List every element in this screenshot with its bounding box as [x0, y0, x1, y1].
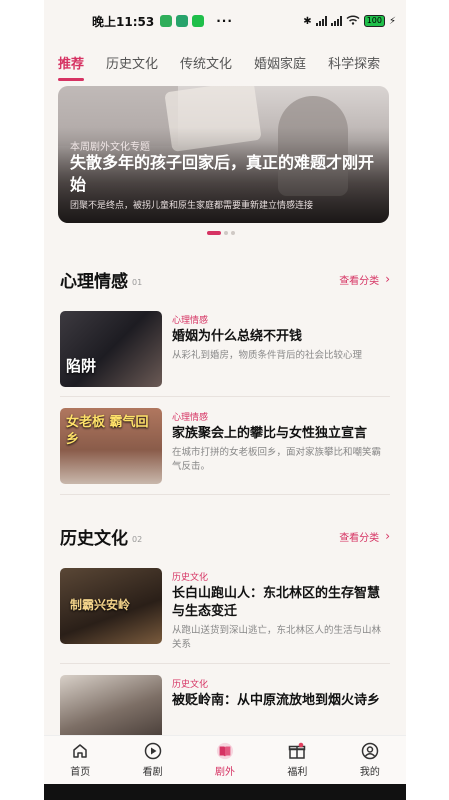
chevron-right-icon: ›: [385, 529, 390, 543]
banner-description: 团聚不是终点，被拐儿童和原生家庭都需要重新建立情感连接: [70, 201, 314, 211]
nav-home-label: 首页: [70, 767, 91, 778]
nav-extra-label: 剧外: [215, 767, 236, 778]
item-info: 历史文化 长白山跑山人：东北林区的生存智慧与生态变迁 从跑山送货到深山逃亡，东北…: [172, 568, 390, 650]
battery-icon: 100: [363, 15, 385, 27]
nav-benefits-label: 福利: [287, 767, 308, 778]
list-item[interactable]: 女老板 霸气回乡 心理情感 家族聚会上的攀比与女性独立宣言 在城市打拼的女老板回…: [60, 408, 390, 486]
more-notifications-icon: ···: [216, 14, 233, 28]
view-category-link[interactable]: 查看分类 ›: [339, 529, 390, 544]
signal-icon: [315, 16, 327, 26]
carousel-dot[interactable]: [207, 231, 221, 235]
nav-watch[interactable]: 看剧: [116, 736, 188, 784]
item-info: 心理情感 家族聚会上的攀比与女性独立宣言 在城市打拼的女老板回乡，面对家族攀比和…: [172, 408, 390, 486]
banner-title: 失散多年的孩子回家后，真正的难题才刚开始: [70, 153, 375, 194]
bluetooth-icon: ✱: [303, 15, 312, 27]
nav-watch-label: 看剧: [142, 767, 163, 778]
item-category: 历史文化: [172, 573, 209, 583]
nav-profile-label: 我的: [359, 767, 380, 778]
item-info: 心理情感 婚姻为什么总绕不开钱 从彩礼到婚房，物质条件背后的社会比较心理: [172, 311, 390, 389]
item-thumbnail: 女老板 霸气回乡: [60, 408, 162, 484]
section-number: 01: [132, 277, 143, 287]
play-icon: [144, 742, 162, 760]
app-screen: 晚上11:53 ··· ✱ 100 ⚡ 推荐 历史文化 传统文化 婚姻家庭 科学…: [44, 0, 406, 800]
item-category: 心理情感: [172, 413, 209, 423]
thumbnail-text: 女老板 霸气回乡: [66, 415, 149, 447]
item-title: 被贬岭南：从中原流放地到烟火诗乡: [172, 693, 381, 708]
category-tabs: 推荐 历史文化 传统文化 婚姻家庭 科学探索: [44, 42, 406, 82]
tab-history-culture[interactable]: 历史文化: [106, 53, 158, 72]
view-category-link[interactable]: 查看分类 ›: [339, 272, 390, 287]
user-icon: [361, 742, 379, 760]
home-icon: [71, 742, 89, 760]
gift-icon: [288, 742, 306, 760]
item-title: 长白山跑山人：东北林区的生存智慧与生态变迁: [172, 586, 381, 619]
carousel-dot[interactable]: [231, 231, 235, 235]
section-title: 历史文化: [60, 528, 128, 549]
system-navigation-bar: [44, 784, 406, 800]
list-item[interactable]: 陷阱 心理情感 婚姻为什么总绕不开钱 从彩礼到婚房，物质条件背后的社会比较心理: [60, 311, 390, 389]
carousel-indicator: [207, 231, 235, 235]
item-category: 心理情感: [172, 316, 209, 326]
chevron-right-icon: ›: [385, 272, 390, 286]
status-right: ✱ 100 ⚡: [303, 14, 396, 28]
book-icon: [216, 742, 234, 760]
tab-marriage-family[interactable]: 婚姻家庭: [254, 53, 306, 72]
nav-extra[interactable]: 剧外: [189, 736, 261, 784]
item-thumbnail: 制霸兴安岭: [60, 568, 162, 644]
tab-traditional-culture[interactable]: 传统文化: [180, 53, 232, 72]
tab-science[interactable]: 科学探索: [328, 53, 380, 72]
item-thumbnail: 陷阱: [60, 311, 162, 387]
banner-kicker: 本周剧外文化专题: [70, 142, 150, 153]
phone-icon: [192, 15, 205, 27]
divider: [60, 396, 390, 397]
tab-recommend[interactable]: 推荐: [58, 53, 85, 81]
wifi-icon: [346, 14, 360, 28]
message-icon: [160, 15, 173, 27]
item-title: 家族聚会上的攀比与女性独立宣言: [172, 426, 368, 441]
item-title: 婚姻为什么总绕不开钱: [172, 329, 303, 344]
item-subtitle: 在城市打拼的女老板回乡，面对家族攀比和嘲笑霸气反击。: [172, 447, 382, 472]
section-header-psychology: 心理情感 01 查看分类 ›: [60, 267, 390, 292]
list-item[interactable]: 制霸兴安岭 历史文化 长白山跑山人：东北林区的生存智慧与生态变迁 从跑山送货到深…: [60, 568, 390, 650]
view-category-label: 查看分类: [339, 275, 380, 287]
nav-home[interactable]: 首页: [44, 736, 116, 784]
item-subtitle: 从跑山送货到深山逃亡，东北林区人的生活与山林关系: [172, 625, 382, 650]
divider: [60, 663, 390, 664]
section-number: 02: [132, 534, 143, 544]
device-frame: 晚上11:53 ··· ✱ 100 ⚡ 推荐 历史文化 传统文化 婚姻家庭 科学…: [0, 0, 449, 800]
charging-icon: ⚡: [388, 15, 396, 27]
featured-banner[interactable]: 本周剧外文化专题 失散多年的孩子回家后，真正的难题才刚开始 团聚不是终点，被拐儿…: [58, 86, 389, 223]
nav-benefits[interactable]: 福利: [261, 736, 333, 784]
section-title: 心理情感: [60, 271, 128, 292]
nav-profile[interactable]: 我的: [334, 736, 406, 784]
carousel-dot[interactable]: [224, 231, 228, 235]
signal-icon-2: [330, 16, 342, 26]
shield-icon: [176, 15, 189, 27]
thumbnail-text: 陷阱: [66, 357, 97, 375]
view-category-label: 查看分类: [339, 532, 380, 544]
status-time: 晚上11:53: [92, 14, 155, 29]
item-category: 历史文化: [172, 680, 209, 690]
item-subtitle: 从彩礼到婚房，物质条件背后的社会比较心理: [172, 350, 363, 361]
divider: [60, 494, 390, 495]
status-bar: 晚上11:53 ··· ✱ 100 ⚡: [44, 0, 406, 42]
section-header-history: 历史文化 02 查看分类 ›: [60, 524, 390, 549]
thumbnail-text: 制霸兴安岭: [70, 598, 131, 612]
bottom-navigation: 首页 看剧 剧外 福利 我的: [44, 735, 406, 784]
